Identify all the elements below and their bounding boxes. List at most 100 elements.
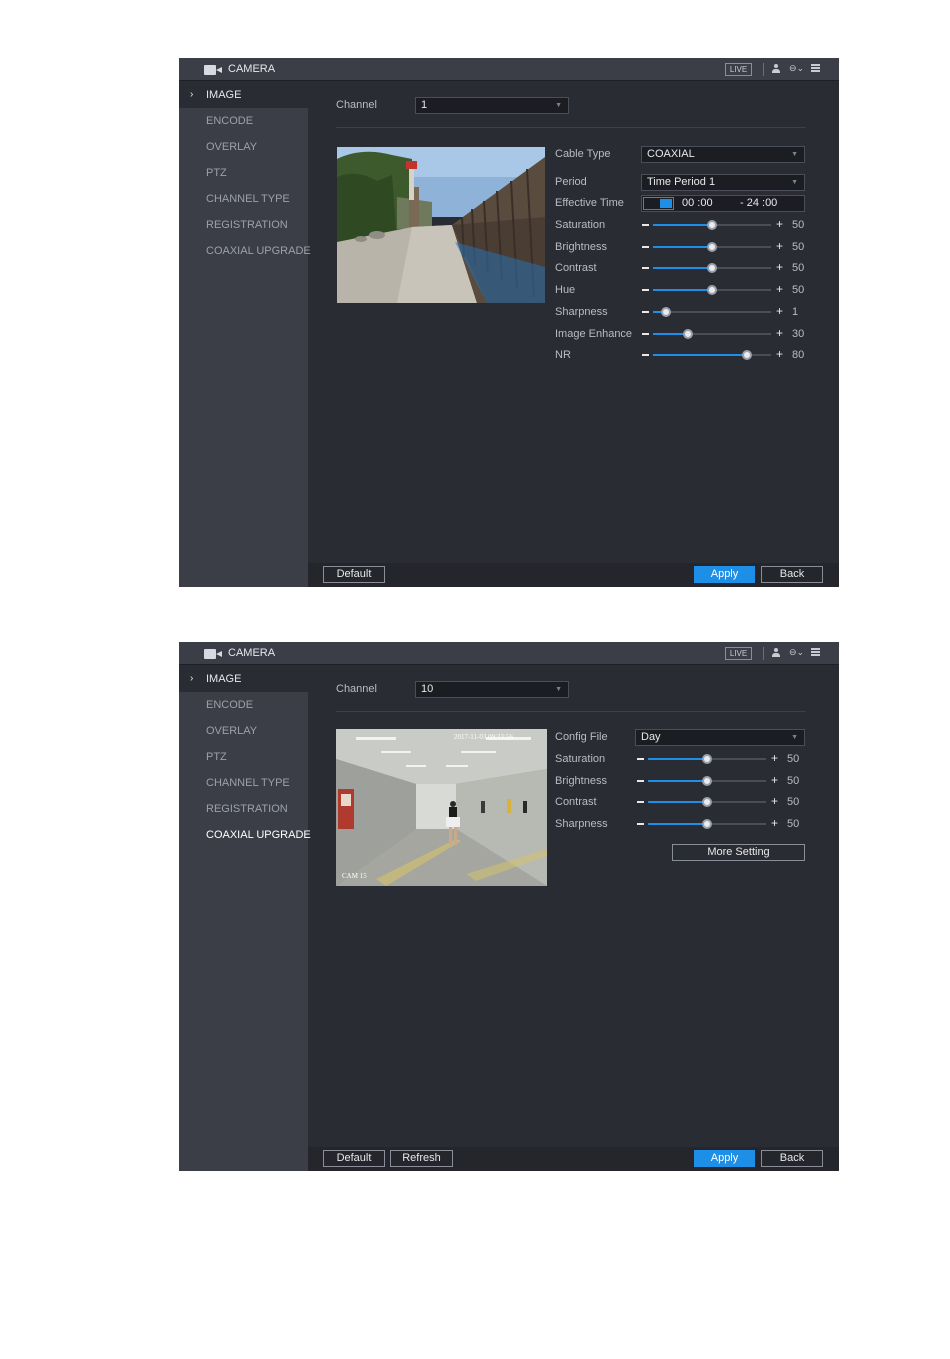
hue-knob[interactable] <box>707 285 717 296</box>
nr-knob[interactable] <box>742 350 753 361</box>
hue-track[interactable] <box>653 285 771 296</box>
minus-icon[interactable] <box>642 310 649 313</box>
plus-icon[interactable]: + <box>776 304 783 318</box>
brightness-track[interactable] <box>653 241 771 252</box>
minus-icon[interactable] <box>642 267 649 270</box>
minus-icon[interactable] <box>637 758 644 760</box>
effective-time-start[interactable]: 00 :00 <box>682 196 713 211</box>
title-separator <box>763 647 764 660</box>
sidebar-item-overlay[interactable]: OVERLAY <box>179 134 308 160</box>
contrast-track[interactable] <box>653 263 771 274</box>
minus-icon[interactable] <box>637 801 644 804</box>
plus-icon[interactable]: + <box>771 817 778 830</box>
image-enhance-knob[interactable] <box>683 328 694 339</box>
sidebar-item-registration[interactable]: REGISTRATION <box>179 796 308 822</box>
nr-track[interactable] <box>653 350 771 361</box>
plus-icon[interactable]: + <box>776 326 783 340</box>
sidebar-item-ptz[interactable]: PTZ <box>179 160 308 186</box>
nr-fill <box>653 354 748 357</box>
minus-icon[interactable] <box>642 354 649 357</box>
camera-image-panel-coaxial: CAMERA LIVE ⊖⌄ › IMAGE ENCODE OVERLAY PT… <box>179 58 839 587</box>
channel-select[interactable]: 10 ▼ <box>415 681 569 698</box>
sidebar-item-registration[interactable]: REGISTRATION <box>179 212 308 238</box>
plus-icon[interactable]: + <box>771 773 778 787</box>
sidebar-item-channel-type[interactable]: CHANNEL TYPE <box>179 770 308 796</box>
divider <box>336 127 806 128</box>
effective-time-label: Effective Time <box>555 197 624 209</box>
hue-fill <box>653 289 712 292</box>
contrast-knob[interactable] <box>702 797 712 808</box>
sidebar-item-coaxial-upgrade[interactable]: COAXIAL UPGRADE <box>179 822 311 848</box>
sidebar-item-image[interactable]: › IMAGE <box>179 82 308 108</box>
effective-time-field: 00 :00 - 24 :00 <box>641 195 805 212</box>
sidebar-item-image[interactable]: › IMAGE <box>179 666 308 692</box>
sharpness-track[interactable] <box>653 306 771 317</box>
plus-icon[interactable]: + <box>771 795 778 808</box>
sidebar-item-encode[interactable]: ENCODE <box>179 692 308 718</box>
effective-time-end[interactable]: - 24 :00 <box>740 196 777 211</box>
plus-icon[interactable]: + <box>776 218 783 231</box>
sidebar-item-ptz[interactable]: PTZ <box>179 744 308 770</box>
sharpness-track[interactable] <box>648 819 766 830</box>
refresh-button[interactable]: Refresh <box>390 1150 453 1167</box>
saturation-knob[interactable] <box>707 220 717 230</box>
video-preview: 2017-11-03 09:33:56 CAM 15 <box>336 729 547 886</box>
brightness-track[interactable] <box>648 775 766 786</box>
divider <box>336 711 806 712</box>
minus-icon[interactable] <box>642 245 649 248</box>
saturation-knob[interactable] <box>702 754 712 764</box>
effective-time-toggle[interactable] <box>643 197 674 210</box>
apply-button[interactable]: Apply <box>694 1150 755 1167</box>
minus-icon[interactable] <box>642 289 649 292</box>
image-enhance-slider: +30 <box>642 324 812 344</box>
channel-select[interactable]: 1 ▼ <box>415 97 569 114</box>
default-button[interactable]: Default <box>323 566 385 583</box>
brightness-label: Brightness <box>555 774 607 787</box>
period-select[interactable]: Time Period 1 ▼ <box>641 174 805 191</box>
sharpness-value: 1 <box>792 305 799 318</box>
plus-icon[interactable]: + <box>776 348 783 361</box>
plus-icon[interactable]: + <box>771 752 778 765</box>
brightness-knob[interactable] <box>707 241 717 252</box>
plus-icon[interactable]: + <box>776 283 783 296</box>
saturation-track[interactable] <box>653 220 771 230</box>
user-icon[interactable] <box>772 648 780 658</box>
contrast-track[interactable] <box>648 797 766 808</box>
more-setting-button[interactable]: More Setting <box>672 844 805 861</box>
brightness-slider: +50 <box>642 237 812 257</box>
minus-icon[interactable] <box>642 332 649 335</box>
contrast-value: 50 <box>792 262 805 275</box>
config-file-select[interactable]: Day ▼ <box>635 729 805 746</box>
minus-icon[interactable] <box>637 779 644 782</box>
logout-icon[interactable]: ⊖⌄ <box>789 63 804 74</box>
minus-icon[interactable] <box>642 224 649 226</box>
sidebar-item-coaxial-upgrade[interactable]: COAXIAL UPGRADE <box>179 238 311 264</box>
menu-grid-icon[interactable] <box>811 64 820 74</box>
saturation-track[interactable] <box>648 754 766 764</box>
sidebar-item-overlay[interactable]: OVERLAY <box>179 718 308 744</box>
image-enhance-track[interactable] <box>653 328 771 339</box>
logout-icon[interactable]: ⊖⌄ <box>789 647 804 658</box>
menu-grid-icon[interactable] <box>811 648 820 658</box>
sharpness-knob[interactable] <box>660 306 671 317</box>
apply-button[interactable]: Apply <box>694 566 755 583</box>
contrast-slider: +50 <box>642 258 812 278</box>
back-button[interactable]: Back <box>761 566 823 583</box>
user-icon[interactable] <box>772 64 780 74</box>
cable-type-select[interactable]: COAXIAL ▼ <box>641 146 805 163</box>
sidebar-item-encode[interactable]: ENCODE <box>179 108 308 134</box>
live-button[interactable]: LIVE <box>725 63 752 76</box>
back-button[interactable]: Back <box>761 1150 823 1167</box>
config-file-label: Config File <box>555 731 608 743</box>
minus-icon[interactable] <box>637 823 644 826</box>
dropdown-arrow-icon: ▼ <box>791 151 798 158</box>
live-button[interactable]: LIVE <box>725 647 752 660</box>
plus-icon[interactable]: + <box>776 261 783 274</box>
sidebar-item-channel-type[interactable]: CHANNEL TYPE <box>179 186 308 212</box>
contrast-knob[interactable] <box>707 263 717 274</box>
brightness-knob[interactable] <box>702 775 712 786</box>
hue-slider: +50 <box>642 280 812 300</box>
default-button[interactable]: Default <box>323 1150 385 1167</box>
plus-icon[interactable]: + <box>776 239 783 253</box>
sharpness-knob[interactable] <box>702 819 712 830</box>
